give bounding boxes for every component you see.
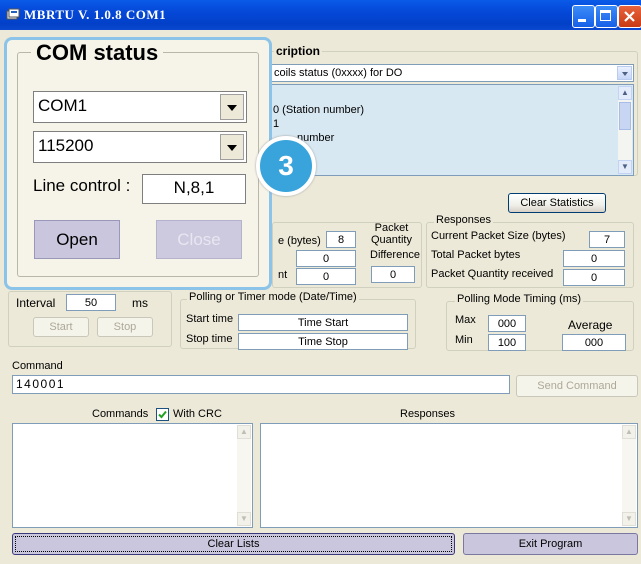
total-bytes-value: 0 [563,250,625,267]
current-size-label: Current Packet Size (bytes) [431,230,566,242]
interval-unit: ms [132,296,148,310]
close-window-button[interactable] [618,5,641,28]
stop-time-field[interactable]: Time Stop [238,333,408,350]
close-icon [624,11,635,22]
quantity-received-label: Packet Quantity received [431,268,554,280]
description-text: 0 (Station number) 1 number ▲ ▼ [270,84,634,176]
description-scrollbar[interactable]: ▲ ▼ [618,86,632,174]
commands-label: Commands [92,408,149,420]
difference-value: 0 [371,266,415,283]
com-status-callout: COM status COM1 115200 Line control : N,… [4,37,272,290]
maximize-icon [600,10,611,21]
close-button[interactable]: Close [156,220,242,259]
clear-lists-button[interactable]: Clear Lists [12,533,455,555]
maximize-button[interactable] [595,5,618,28]
total-bytes-label: Total Packet bytes [431,249,521,261]
scroll-down-icon[interactable]: ▼ [618,160,632,174]
cut-label: nt [278,269,288,281]
command-input[interactable]: 140001 [12,375,510,394]
average-value: 000 [562,334,626,351]
minimize-icon [578,19,586,22]
cut-value: 0 [296,268,356,285]
packet-size-label: e (bytes) [278,235,321,247]
scroll-down-icon[interactable]: ▼ [622,512,636,526]
description-line: 1 [273,118,280,130]
crc-label: With CRC [173,408,222,420]
chevron-down-icon[interactable] [220,94,244,120]
interval-input[interactable]: 50 [66,294,116,311]
scroll-down-icon[interactable]: ▼ [237,512,251,526]
max-value: 000 [488,315,526,332]
step-number-badge: 3 [256,136,316,196]
com-port-value: COM1 [38,96,88,115]
scroll-up-icon[interactable]: ▲ [618,86,632,100]
responses-stats-title: Responses [434,214,494,226]
app-icon [6,8,20,20]
chevron-down-icon[interactable] [617,66,632,80]
open-button[interactable]: Open [34,220,120,259]
function-select[interactable]: coils status (0xxxx) for DO [270,64,634,82]
polling-group-title: Polling or Timer mode (Date/Time) [187,291,359,303]
send-command-button[interactable]: Send Command [516,375,638,397]
baud-rate-select[interactable]: 115200 [33,131,247,163]
average-label: Average [568,318,613,332]
start-button[interactable]: Start [33,317,89,337]
clear-statistics-button[interactable]: Clear Statistics [508,193,606,213]
current-size-value: 7 [589,231,625,248]
scroll-thumb[interactable] [619,102,631,130]
chevron-down-icon[interactable] [220,134,244,160]
difference-label: Difference [370,249,420,261]
interval-label: Interval [16,296,56,310]
title-bar[interactable]: MBRTU V. 1.0.8 COM1 [0,0,641,30]
quantity-received-value: 0 [563,269,625,286]
commands-list[interactable]: ▲ ▼ [12,423,253,528]
start-time-label: Start time [186,313,234,325]
baud-rate-value: 115200 [38,136,94,155]
line-control-label: Line control : [33,176,131,195]
stop-button[interactable]: Stop [97,317,153,337]
line-control-value: N,8,1 [142,174,246,204]
scroll-up-icon[interactable]: ▲ [622,425,636,439]
window-title: MBRTU V. 1.0.8 COM1 [24,7,167,22]
description-group-title: cription [274,44,322,58]
exit-program-button[interactable]: Exit Program [463,533,638,555]
packet-quantity-label: Packet Quantity [371,222,412,246]
commands-scrollbar[interactable]: ▲ ▼ [237,425,251,526]
minimize-button[interactable] [572,5,595,28]
stop-time-label: Stop time [186,333,233,345]
check-icon [158,410,167,419]
description-line: 0 (Station number) [273,104,365,116]
responses-label: Responses [400,408,456,420]
responses-list[interactable]: ▲ ▼ [260,423,638,528]
command-label: Command [12,360,63,372]
packet-size-value: 8 [326,231,356,248]
function-select-value: coils status (0xxxx) for DO [274,67,403,79]
scroll-up-icon[interactable]: ▲ [237,425,251,439]
min-value: 100 [488,334,526,351]
com-status-title: COM status [31,40,164,66]
responses-scrollbar[interactable]: ▲ ▼ [622,425,636,526]
com-port-select[interactable]: COM1 [33,91,247,123]
start-time-field[interactable]: Time Start [238,314,408,331]
crc-checkbox[interactable] [156,408,169,421]
packet-quantity-value: 0 [296,250,356,267]
timing-group-title: Polling Mode Timing (ms) [455,293,584,305]
min-label: Min [455,334,473,346]
max-label: Max [455,314,476,326]
